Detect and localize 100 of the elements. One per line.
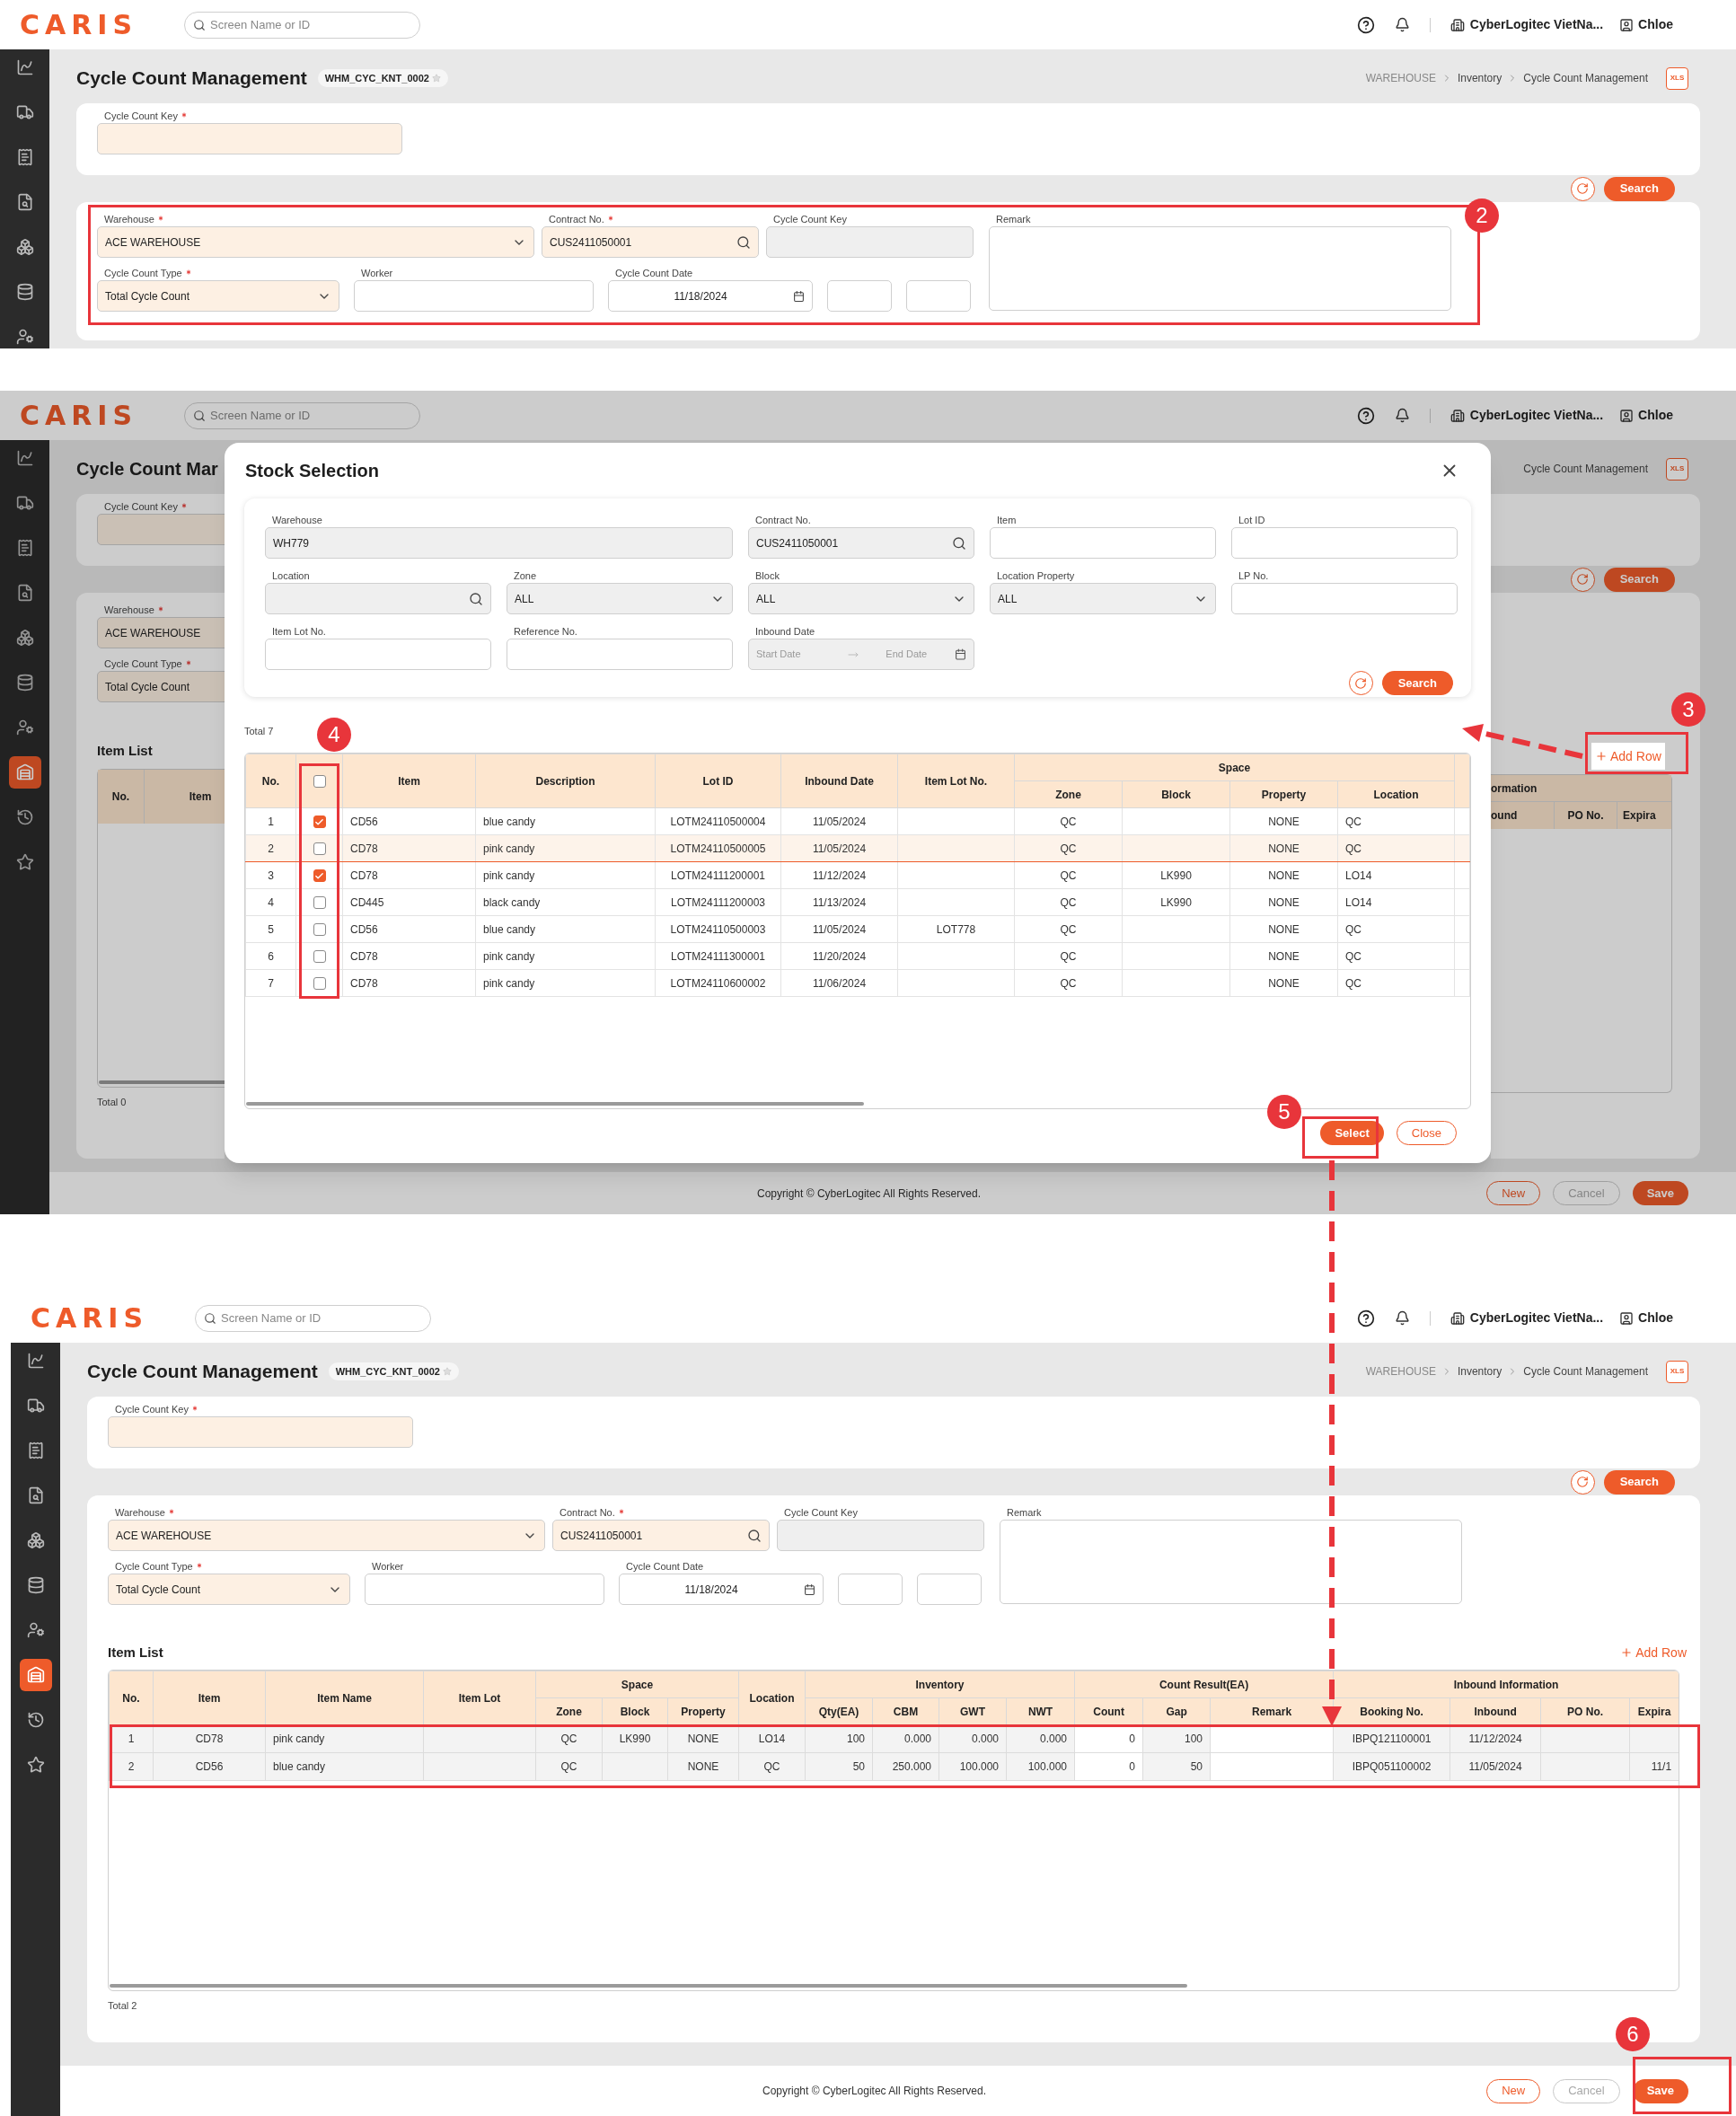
input-field[interactable]: ACE WAREHOUSE (97, 617, 225, 648)
user-name[interactable]: Chloe (1638, 15, 1673, 34)
input-field[interactable] (108, 1416, 413, 1448)
checkbox[interactable] (313, 775, 326, 789)
input-field[interactable] (97, 123, 402, 154)
table-row[interactable]: 4 CD445 black candy LOTM24111200003 11/13/2024 QC LK990 NONE LO14 (245, 888, 1470, 916)
input-field[interactable] (1231, 583, 1458, 614)
dropdown-field[interactable]: Total Cycle Count (97, 280, 339, 312)
refresh-button[interactable] (1570, 1469, 1595, 1494)
star-icon[interactable] (442, 1367, 452, 1376)
checkbox[interactable] (313, 869, 326, 883)
input-field[interactable] (365, 1574, 604, 1605)
table-cell: 11/13/2024 (812, 895, 867, 909)
help-icon[interactable] (1356, 15, 1375, 34)
checkbox[interactable] (313, 842, 326, 856)
date-field[interactable]: 11/18/2024 (608, 280, 813, 312)
date-field[interactable]: 11/18/2024 (619, 1574, 824, 1605)
help-icon[interactable] (1356, 406, 1375, 425)
sidebar-item[interactable] (19, 1659, 52, 1691)
table-row[interactable]: 6 CD78 pink candy LOTM24111300001 11/20/2024 QC NONE QC (245, 942, 1470, 970)
checkbox[interactable] (313, 950, 326, 964)
table-row[interactable]: 1 CD56 blue candy LOTM24110500004 11/05/2024 QC NONE QC (245, 807, 1470, 835)
input-field[interactable] (354, 280, 594, 312)
total-count: Total 7 (244, 725, 274, 736)
table-cell: NONE (1268, 868, 1300, 882)
breadcrumb-item[interactable]: Cycle Count Management (1523, 1363, 1648, 1380)
user-name[interactable]: Chloe (1638, 1309, 1673, 1327)
refresh-button[interactable] (1570, 176, 1595, 201)
company-name[interactable]: CyberLogitec VietNa... (1469, 1309, 1604, 1327)
dropdown-field[interactable]: ACE WAREHOUSE (97, 226, 534, 258)
field-label: Reference No. (514, 626, 577, 638)
dropdown-field[interactable]: Total Cycle Count (108, 1574, 350, 1605)
scrollbar[interactable] (110, 1984, 1187, 1988)
input-field[interactable] (838, 1574, 903, 1605)
input-field[interactable] (265, 639, 491, 670)
search-field[interactable]: Screen Name or ID (184, 11, 420, 39)
refresh-button[interactable] (1348, 671, 1373, 695)
table-cell: NONE (1268, 895, 1300, 909)
input-field[interactable] (827, 280, 892, 312)
required-icon (180, 502, 188, 509)
table-cell: LOTM24111200003 (671, 895, 765, 909)
checkbox[interactable] (313, 896, 326, 910)
section-title: Item List (108, 1643, 163, 1662)
required-icon (156, 605, 164, 613)
input-field[interactable] (507, 639, 733, 670)
excel-export-button[interactable]: XLS (1666, 66, 1688, 90)
breadcrumb-item[interactable]: Cycle Count Management (1523, 461, 1648, 477)
search-field[interactable]: Screen Name or ID (184, 401, 420, 429)
input-field[interactable] (906, 280, 971, 312)
checkbox[interactable] (313, 923, 326, 937)
table-cell: 11/12/2024 (812, 868, 867, 882)
field-label: Location (272, 570, 310, 582)
company-name[interactable]: CyberLogitec VietNa... (1469, 15, 1604, 34)
notification-icon[interactable] (1394, 17, 1410, 32)
table-row[interactable]: 2 CD78 pink candy LOTM24110500005 11/05/2024 QC NONE QC (245, 834, 1470, 862)
search-field[interactable]: CUS2411050001 (542, 226, 759, 258)
column-header: Property (1261, 788, 1307, 801)
input-field[interactable] (990, 527, 1216, 559)
excel-export-button[interactable]: XLS (1666, 1360, 1688, 1383)
search-field[interactable]: CUS2411050001 (552, 1520, 770, 1551)
search-icon (469, 591, 483, 606)
search-field[interactable]: Screen Name or ID (195, 1304, 431, 1332)
refresh-button[interactable] (1570, 567, 1595, 592)
help-icon[interactable] (1356, 1309, 1375, 1327)
field-label: Remark (1007, 1507, 1042, 1519)
breadcrumb-item[interactable]: Cycle Count Management (1523, 70, 1648, 86)
table-cell: QC (1060, 976, 1077, 990)
notification-icon[interactable] (1394, 1310, 1410, 1326)
column-header: Inbound (1474, 1705, 1517, 1718)
receipt-icon (15, 539, 34, 557)
notification-icon[interactable] (1394, 408, 1410, 423)
checkbox[interactable] (313, 816, 326, 829)
table-cell: LOTM24110500003 (670, 922, 766, 936)
field-label: Block (755, 570, 780, 582)
table-row[interactable]: 3 CD78 pink candy LOTM24111200001 11/12/2024 QC LK990 NONE LO14 (245, 861, 1470, 889)
table-row[interactable]: 7 CD78 pink candy LOTM24110600002 11/06/2024 QC NONE QC (245, 969, 1470, 997)
new-button[interactable]: New (1486, 2078, 1541, 2103)
table-cell: LO14 (758, 1732, 786, 1745)
close-button[interactable]: Close (1396, 1121, 1457, 1145)
user-name[interactable]: Chloe (1638, 406, 1673, 425)
input-field[interactable]: Total Cycle Count (97, 671, 225, 702)
table-cell: IBPQ121100001 (1352, 1732, 1432, 1745)
column-header: Location (1373, 788, 1419, 801)
scrollbar[interactable] (246, 1102, 864, 1106)
dropdown-field[interactable]: ACE WAREHOUSE (108, 1520, 545, 1551)
sidebar-item[interactable] (8, 756, 41, 789)
table-row[interactable]: 5 CD56 blue candy LOTM24110500003 11/05/2024 LOT778 QC NONE QC (245, 915, 1470, 943)
company-name[interactable]: CyberLogitec VietNa... (1469, 406, 1604, 425)
star-icon[interactable] (431, 74, 441, 83)
chart-icon (26, 1352, 45, 1370)
input-field[interactable] (1231, 527, 1458, 559)
column-header: GWT (960, 1705, 986, 1718)
breadcrumb-item[interactable]: Inventory (1457, 1363, 1502, 1380)
breadcrumb-item[interactable]: Inventory (1457, 70, 1502, 86)
search-icon (193, 409, 206, 422)
add-row-button[interactable]: Add Row (1620, 1643, 1687, 1662)
table-cell: QC (1345, 949, 1361, 963)
checkbox[interactable] (313, 977, 326, 991)
input-field[interactable] (917, 1574, 982, 1605)
field-label: Remark (996, 214, 1031, 225)
